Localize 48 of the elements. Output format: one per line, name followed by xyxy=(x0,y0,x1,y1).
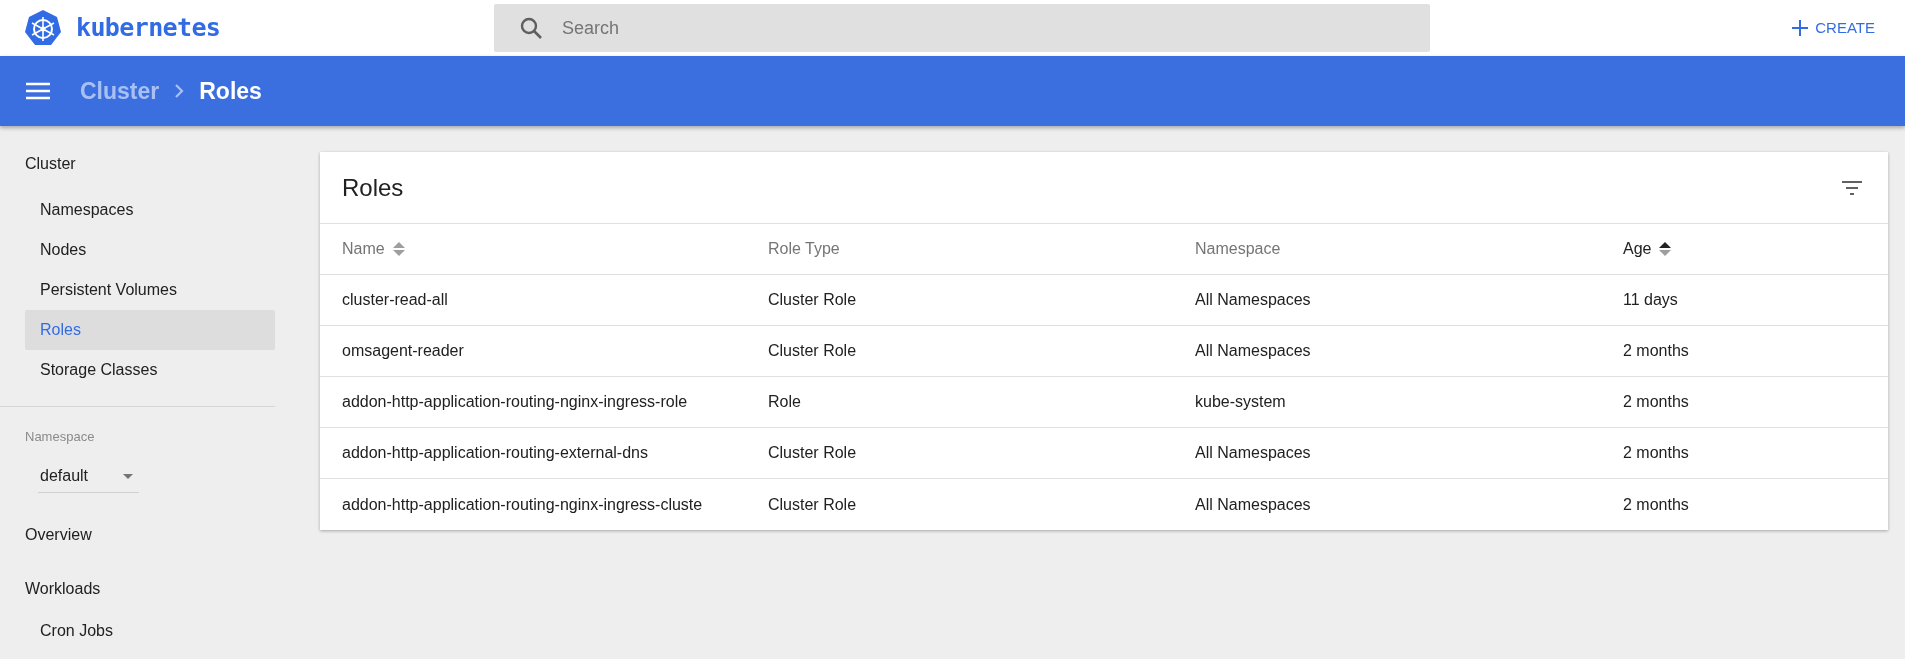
table-cell-text: 2 months xyxy=(1623,443,1690,463)
filter-icon[interactable] xyxy=(1842,180,1862,195)
search-field[interactable]: Search xyxy=(494,4,1430,52)
namespace-select[interactable]: default xyxy=(38,460,139,493)
sidebar-item[interactable]: Cron Jobs xyxy=(25,610,275,651)
column-header[interactable]: Name xyxy=(342,237,768,261)
table-cell-text: kube-system xyxy=(1195,392,1287,412)
sidebar-item[interactable]: Roles xyxy=(25,310,275,350)
sidebar-item[interactable]: Nodes xyxy=(25,230,275,270)
table-cell-text: 2 months xyxy=(1623,494,1690,515)
dropdown-caret-icon xyxy=(123,473,133,479)
table-cell-text: cluster-read-all xyxy=(342,290,449,310)
namespace-label: Namespace xyxy=(24,428,96,446)
table-cell-text: All Namespaces xyxy=(1195,443,1312,463)
card-title: Roles xyxy=(342,172,404,203)
sidebar-section-title[interactable]: Overview xyxy=(0,522,275,547)
column-header[interactable]: Age xyxy=(1623,237,1888,261)
breadcrumb-current: Roles xyxy=(199,76,262,106)
helm-wheel-logo-icon xyxy=(24,9,62,47)
sidebar-section-title[interactable]: Cluster xyxy=(0,152,275,176)
logo-text: kubernetes xyxy=(76,12,221,45)
sidebar-item[interactable]: Storage Classes xyxy=(25,350,275,390)
search-icon xyxy=(520,17,542,39)
column-header: Namespace xyxy=(1195,239,1282,259)
sidebar-item[interactable]: Persistent Volumes xyxy=(25,270,275,310)
sidebar-section-title[interactable]: Workloads xyxy=(0,576,275,601)
create-button[interactable]: CREATE xyxy=(1787,10,1879,46)
column-header: Role Type xyxy=(768,239,841,259)
table-cell-text: omsagent-reader xyxy=(342,341,465,361)
menu-icon[interactable] xyxy=(26,82,50,100)
table-cell-text: Cluster Role xyxy=(768,494,858,515)
table-cell-text: Cluster Role xyxy=(768,290,858,310)
table-cell-text: 2 months xyxy=(1623,341,1690,361)
table-cell-text: addon-http-application-routing-nginx-ingress-role xyxy=(342,392,689,412)
table-cell-text: Role xyxy=(768,392,802,412)
table-cell-text: 11 days xyxy=(1623,290,1679,310)
chevron-icon xyxy=(173,83,186,99)
table-cell-text: Cluster Role xyxy=(768,341,858,361)
search-input[interactable]: Search xyxy=(562,14,1430,42)
table-cell-text: addon-http-application-routing-external-dns xyxy=(342,443,649,463)
table-cell-text: All Namespaces xyxy=(1195,341,1312,361)
sidebar-item[interactable]: Namespaces xyxy=(25,190,275,230)
table-cell-text: All Namespaces xyxy=(1195,494,1312,515)
table-cell-text: 2 months xyxy=(1623,392,1690,412)
table-cell-text: addon-http-application-routing-nginx-ingress-cluste xyxy=(342,494,704,515)
table-cell-text: All Namespaces xyxy=(1195,290,1312,310)
plus-icon xyxy=(1791,19,1810,37)
table-cell-text: Cluster Role xyxy=(768,443,858,463)
